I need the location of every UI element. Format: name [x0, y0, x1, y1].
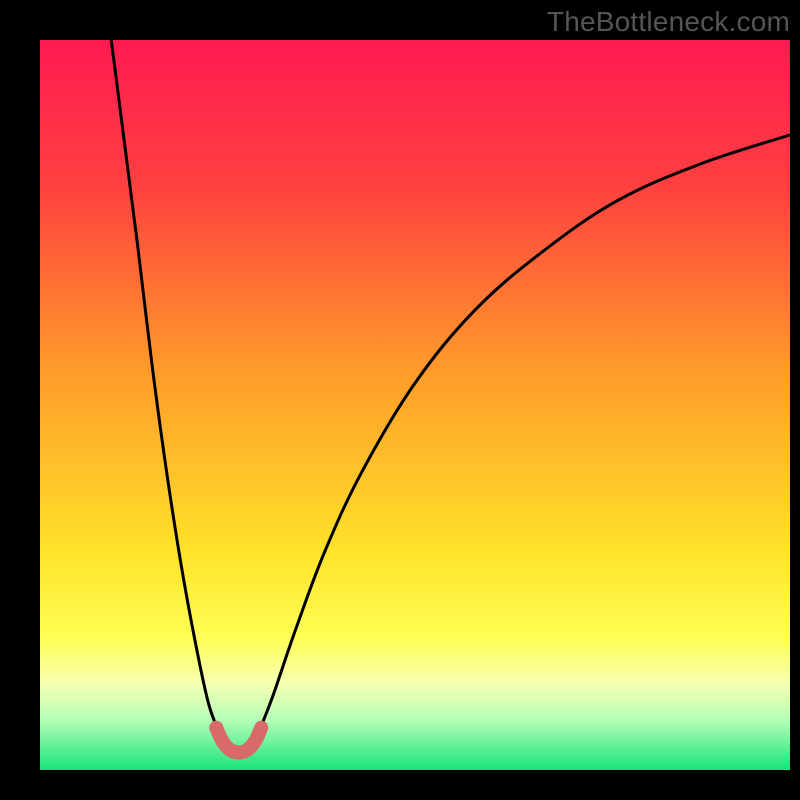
plot-area	[40, 40, 790, 770]
chart-frame: TheBottleneck.com	[0, 0, 800, 800]
gradient-background	[40, 40, 790, 770]
chart-svg	[40, 40, 790, 770]
watermark-text: TheBottleneck.com	[547, 6, 790, 38]
